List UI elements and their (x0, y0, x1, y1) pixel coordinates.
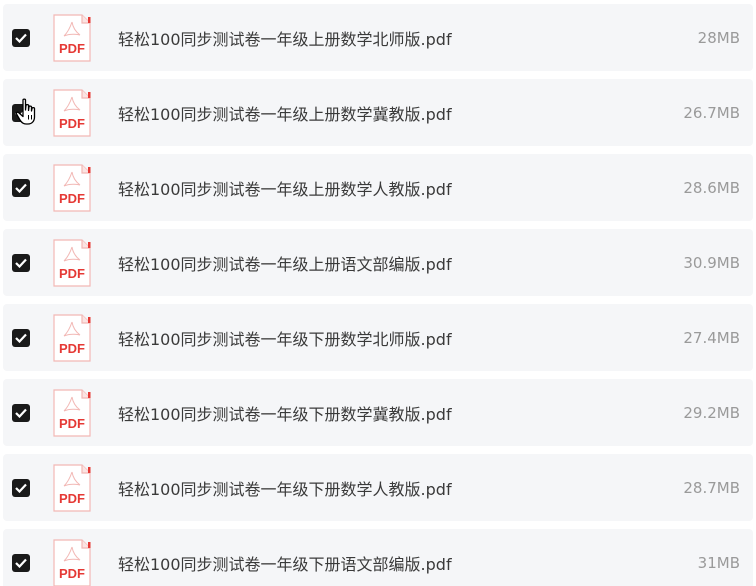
pdf-file-icon: PDF (53, 313, 91, 362)
pdf-label: PDF (59, 566, 85, 581)
check-icon (15, 408, 27, 418)
pdf-file-icon: PDF (53, 163, 91, 212)
file-name[interactable]: 轻松100同步测试卷一年级下册数学北师版.pdf (118, 326, 452, 350)
check-icon (15, 108, 27, 118)
file-row[interactable]: PDF 轻松100同步测试卷一年级下册数学人教版.pdf 28.7MB (3, 454, 753, 521)
file-size: 29.2MB (683, 403, 740, 422)
row-checkbox[interactable] (12, 478, 30, 497)
row-checkbox[interactable] (12, 178, 30, 197)
file-name[interactable]: 轻松100同步测试卷一年级上册数学北师版.pdf (118, 26, 452, 50)
row-checkbox[interactable] (12, 553, 30, 572)
file-name[interactable]: 轻松100同步测试卷一年级上册数学人教版.pdf (118, 176, 452, 200)
pdf-label: PDF (59, 191, 85, 206)
row-checkbox[interactable] (12, 328, 30, 347)
file-row[interactable]: PDF 轻松100同步测试卷一年级上册数学人教版.pdf 28.6MB (3, 154, 753, 221)
check-icon (15, 183, 27, 193)
pdf-label: PDF (59, 266, 85, 281)
file-size: 27.4MB (683, 328, 740, 347)
file-row[interactable]: PDF 轻松100同步测试卷一年级上册数学北师版.pdf 28MB (3, 4, 753, 71)
check-icon (15, 483, 27, 493)
file-name[interactable]: 轻松100同步测试卷一年级上册数学冀教版.pdf (118, 101, 452, 125)
pdf-label: PDF (59, 341, 85, 356)
file-size: 28.6MB (683, 178, 740, 197)
check-icon (15, 33, 27, 43)
row-checkbox[interactable] (12, 103, 30, 122)
check-icon (15, 258, 27, 268)
file-size: 28MB (697, 28, 740, 47)
pdf-label: PDF (59, 416, 85, 431)
pdf-file-icon: PDF (53, 538, 91, 586)
file-size: 26.7MB (683, 103, 740, 122)
file-row[interactable]: PDF 轻松100同步测试卷一年级下册数学冀教版.pdf 29.2MB (3, 379, 753, 446)
file-name[interactable]: 轻松100同步测试卷一年级下册数学人教版.pdf (118, 476, 452, 500)
file-name[interactable]: 轻松100同步测试卷一年级下册语文部编版.pdf (118, 551, 452, 575)
pdf-file-icon: PDF (53, 463, 91, 512)
file-size: 30.9MB (683, 253, 740, 272)
file-row[interactable]: PDF 轻松100同步测试卷一年级下册语文部编版.pdf 31MB (3, 529, 753, 586)
pdf-file-icon: PDF (53, 13, 91, 62)
row-checkbox[interactable] (12, 28, 30, 47)
file-row[interactable]: PDF 轻松100同步测试卷一年级上册数学冀教版.pdf 26.7MB (3, 79, 753, 146)
pdf-label: PDF (59, 491, 85, 506)
file-name[interactable]: 轻松100同步测试卷一年级下册数学冀教版.pdf (118, 401, 452, 425)
pdf-file-icon: PDF (53, 388, 91, 437)
pdf-file-icon: PDF (53, 88, 91, 137)
check-icon (15, 558, 27, 568)
row-checkbox[interactable] (12, 403, 30, 422)
file-row[interactable]: PDF 轻松100同步测试卷一年级下册数学北师版.pdf 27.4MB (3, 304, 753, 371)
file-size: 31MB (697, 553, 740, 572)
file-name[interactable]: 轻松100同步测试卷一年级上册语文部编版.pdf (118, 251, 452, 275)
pdf-file-icon: PDF (53, 238, 91, 287)
file-list: PDF 轻松100同步测试卷一年级上册数学北师版.pdf 28MB PDF 轻松… (0, 0, 756, 586)
pdf-label: PDF (59, 116, 85, 131)
row-checkbox[interactable] (12, 253, 30, 272)
pdf-label: PDF (59, 41, 85, 56)
file-row[interactable]: PDF 轻松100同步测试卷一年级上册语文部编版.pdf 30.9MB (3, 229, 753, 296)
file-size: 28.7MB (683, 478, 740, 497)
check-icon (15, 333, 27, 343)
